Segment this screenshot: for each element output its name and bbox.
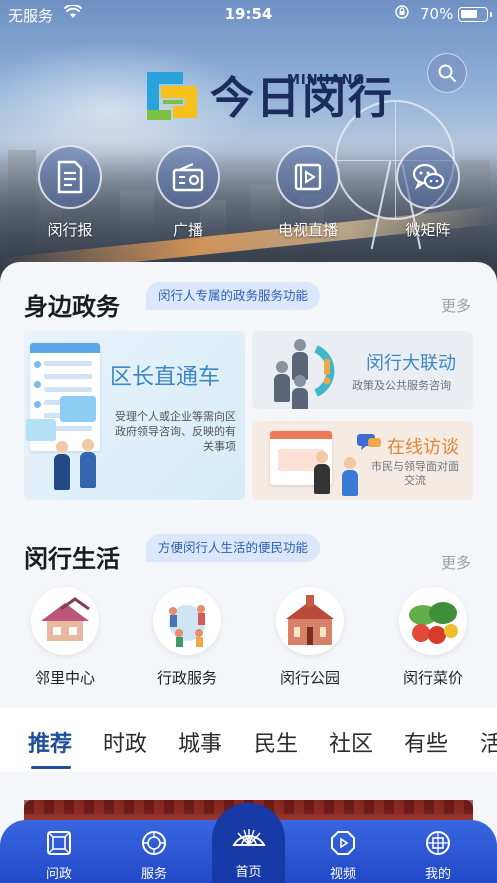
gov-section-title: 身边政务 [24,292,120,321]
battery-icon [458,7,492,22]
person-figure [342,457,358,496]
life-item-neighborhood[interactable]: 邻里中心 [10,587,120,688]
nav-video[interactable]: 视频 [303,820,383,883]
life-item-park[interactable]: 闵行公园 [255,587,365,688]
nav-home[interactable]: 首页 [212,803,285,883]
service-icon [142,831,166,855]
home-fan-icon [231,829,266,846]
quick-nav-tv-live[interactable]: 电视直播 [258,145,358,240]
nav-profile[interactable]: 我的 [398,820,478,883]
nav-label: 我的 [424,867,451,882]
status-bar: 无服务 19:54 70% [0,0,497,28]
person-figure [292,339,308,380]
alert-gear-icon [314,345,335,397]
admin-service-icon [153,587,221,655]
quick-nav-label: 广播 [172,221,203,239]
quick-nav-radio[interactable]: 广播 [138,145,238,240]
rotation-lock-icon [395,5,409,23]
radio-icon [156,145,220,209]
vegetable-icon [399,587,467,655]
search-icon [438,64,456,82]
chat-icon [357,434,381,450]
tab-livelihood[interactable]: 民生 [254,726,298,758]
nav-label: 服务 [140,867,167,882]
person-figure [54,441,70,490]
battery-percent: 70% [420,5,454,23]
nav-service[interactable]: 服务 [114,820,194,883]
news-tabs: 推荐 时政 城事 民生 社区 有些 活 [0,708,497,772]
life-section-title: 闵行生活 [24,544,120,573]
neighborhood-icon [31,587,99,655]
online-interview-card[interactable]: 在线访谈 市民与领导面对面交流 [252,421,473,500]
app-logo-title: 今日闵行 [210,73,394,124]
tab-city[interactable]: 城事 [178,726,222,758]
linkage-card[interactable]: 闵行大联动 政策及公共服务咨询 [252,331,473,409]
chat-bubble [60,396,96,422]
life-item-label: 闵行公园 [279,669,340,687]
profile-icon [426,831,450,855]
tab-politics[interactable]: 时政 [103,726,147,758]
life-item-label: 邻里中心 [34,669,95,687]
linkage-sub: 政策及公共服务咨询 [352,379,451,392]
active-tab-indicator [31,766,71,769]
district-chief-card[interactable]: 区长直通车 受理个人或企业等需向区政府领导咨询、反映的有关事项 [24,331,245,500]
tab-recommend[interactable]: 推荐 [28,726,72,758]
quick-nav-label: 微矩阵 [405,221,451,239]
quick-nav-label: 闵行报 [47,221,93,239]
tv-live-icon [276,145,340,209]
life-item-label: 行政服务 [156,669,217,687]
tab-activity[interactable]: 活 [480,726,497,758]
nav-label: 视频 [329,867,356,882]
quick-nav-label: 电视直播 [277,221,338,239]
life-item-admin-service[interactable]: 行政服务 [132,587,242,688]
newspaper-icon [38,145,102,209]
nav-ask-gov[interactable]: 问政 [19,820,99,883]
wechat-icon [396,145,460,209]
person-figure [80,439,96,488]
gov-section-tag: 闵行人专属的政务服务功能 [146,282,321,310]
hero-banner: 无服务 19:54 70% 今日闵行 MINHANG 闵行报 广播 电视直播 微… [0,0,497,290]
bullet-dot [34,381,41,388]
online-interview-sub: 市民与领导面对面交流 [371,460,459,487]
ask-gov-icon [47,831,71,855]
bullet-dot [34,401,41,408]
life-item-label: 闵行菜价 [402,669,463,687]
search-button[interactable] [427,53,467,93]
quick-nav-wechat-matrix[interactable]: 微矩阵 [378,145,478,240]
district-chief-title: 区长直通车 [110,365,221,390]
tab-community[interactable]: 社区 [329,726,373,758]
person-figure [314,451,330,494]
linkage-title: 闵行大联动 [366,353,456,374]
quick-nav: 闵行报 广播 电视直播 微矩阵 [0,145,497,245]
quick-nav-newspaper[interactable]: 闵行报 [20,145,120,240]
nav-label: 问政 [45,867,72,882]
nav-label: 首页 [235,865,262,880]
logo-icon [143,66,201,124]
person-figure [274,361,290,402]
park-icon [276,587,344,655]
online-interview-title: 在线访谈 [387,437,459,458]
app-logo-subtitle: MINHANG [287,73,366,88]
gov-more-link[interactable]: 更多 [441,295,471,316]
bullet-dot [34,361,41,368]
life-more-link[interactable]: 更多 [441,552,471,573]
tab-some[interactable]: 有些 [404,726,448,758]
video-icon [331,831,355,855]
life-section-tag: 方便闵行人生活的便民功能 [146,534,321,562]
life-item-vegetable-price[interactable]: 闵行菜价 [378,587,488,688]
district-chief-desc: 受理个人或企业等需向区政府领导咨询、反映的有关事项 [115,410,236,453]
main-content: 身边政务 闵行人专属的政务服务功能 更多 区长直通车 受理个人或企业等需向区政府… [0,262,497,883]
person-figure [292,375,308,409]
chat-bubble [26,419,56,441]
